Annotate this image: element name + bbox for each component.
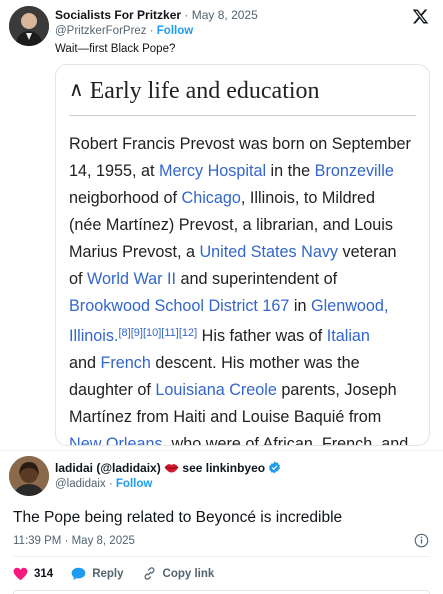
article-line: Brookwood School District 167 in Glenwoo… [69, 293, 421, 320]
wiki-link[interactable]: New Orleans, [69, 435, 167, 445]
follow-button[interactable]: Follow [116, 478, 152, 490]
wikipedia-screenshot[interactable]: ∧ Early life and education Robert Francis… [55, 64, 430, 446]
divider [0, 450, 443, 451]
divider [13, 556, 430, 557]
wiki-link[interactable]: Louisiana Creole [155, 381, 277, 399]
article-text: neigborhood of [69, 189, 182, 207]
article-text: and [69, 354, 101, 372]
action-bar: 314 Reply Copy link [13, 566, 232, 581]
article-text: Martínez from Haiti and Louise Baquié fr… [69, 408, 382, 426]
article-line: 14, 1955, at Mercy Hospital in the Bronz… [69, 158, 421, 185]
article-text: , Illinois, to Mildred [240, 189, 375, 207]
article-line: Robert Francis Prevost was born on Septe… [69, 131, 421, 158]
article-text: and superintendent of [176, 270, 338, 288]
wiki-link[interactable]: Chicago [182, 189, 241, 207]
article-line: Illinois.[8][9][10][11][12] His father w… [69, 320, 421, 350]
article-line: New Orleans, who were of African, French… [69, 431, 421, 446]
wiki-link[interactable]: Mercy Hospital [159, 162, 266, 180]
article-text: daughter of [69, 381, 156, 399]
section-heading-text: Early life and education [89, 78, 320, 104]
author-handle[interactable]: @PritzkerForPrez · [55, 25, 157, 37]
author-name[interactable]: ladidai (@ladidaix) see linkinbyeo [55, 461, 281, 475]
next-card-edge [13, 590, 430, 594]
wiki-link[interactable]: Italian [327, 327, 370, 345]
wiki-link[interactable]: French [101, 354, 151, 372]
follow-button[interactable]: Follow [157, 25, 193, 37]
author-handle-row: @PritzkerForPrez · Follow [55, 25, 193, 37]
article-text: who were of African, French, and [167, 435, 409, 446]
article-line: neigborhood of Chicago, Illinois, to Mil… [69, 185, 421, 212]
verified-icon [269, 461, 281, 474]
wiki-link[interactable]: Bronzeville [315, 162, 394, 180]
copy-link-label: Copy link [162, 567, 215, 580]
author-name-text[interactable]: ladidai (@ladidaix) [55, 461, 164, 475]
wiki-link[interactable]: Brookwood School District 167 [69, 297, 289, 315]
avatar[interactable] [9, 456, 49, 496]
article-line: (née Martínez) Prevost, a librarian, and… [69, 212, 421, 239]
reply-label: Reply [92, 567, 124, 580]
article-text: Marius Prevost, a [69, 243, 200, 261]
reply-icon [71, 567, 86, 580]
copy-link-button[interactable]: Copy link [142, 566, 215, 581]
link-icon [144, 567, 154, 580]
wiki-link[interactable]: United States Navy [199, 243, 338, 261]
article-line: and French descent. His mother was the [69, 350, 421, 377]
divider [69, 115, 416, 116]
article-text: parents, Joseph [276, 381, 397, 399]
article-text: (née Martínez) Prevost, a librarian, and… [69, 216, 393, 234]
article-line: of World War II and superintendent of [69, 266, 421, 293]
tweet-date[interactable]: · May 8, 2025 [184, 8, 257, 22]
article-line: Martínez from Haiti and Louise Baquié fr… [69, 404, 421, 431]
chevron-up-icon[interactable]: ∧ [69, 77, 84, 102]
timestamp[interactable]: 11:39 PM · May 8, 2025 [13, 535, 135, 547]
author-handle-row: @ladidaix · Follow [55, 478, 152, 490]
section-heading[interactable]: ∧ Early life and education [69, 77, 320, 105]
like-count: 314 [34, 567, 54, 580]
author-name[interactable]: Socialists For Pritzker · May 8, 2025 [55, 8, 258, 22]
author-handle[interactable]: @ladidaix · [55, 478, 116, 490]
article-text: veteran [338, 243, 397, 261]
like-button[interactable]: 314 [13, 567, 53, 581]
tweet-text: The Pope being related to Beyoncé is inc… [13, 509, 343, 526]
article-line: Marius Prevost, a United States Navy vet… [69, 239, 421, 266]
author-name-text[interactable]: Socialists For Pritzker [55, 8, 181, 22]
tweet-text: Wait—first Black Pope? [55, 43, 176, 55]
article-paragraph: Robert Francis Prevost was born on Septe… [69, 131, 421, 446]
article-text: His father was of [197, 327, 327, 345]
author-name-suffix[interactable]: see linkinbyeo [179, 461, 265, 475]
article-text: descent. His mother was the [150, 354, 360, 372]
wiki-link[interactable]: Glenwood, [311, 297, 388, 315]
article-text: of [69, 270, 87, 288]
article-text: in the [266, 162, 315, 180]
x-logo-icon[interactable] [412, 8, 429, 25]
reply-button[interactable]: Reply [71, 567, 124, 581]
article-line: daughter of Louisiana Creole parents, Jo… [69, 377, 421, 404]
article-text: Robert Francis Prevost was born on Septe… [69, 135, 411, 153]
lips-icon [164, 464, 179, 473]
article-text: in [289, 297, 312, 315]
wiki-link[interactable]: World War II [87, 270, 176, 288]
heart-icon [13, 567, 28, 580]
article-text: 14, 1955, at [69, 162, 160, 180]
wiki-link[interactable]: Illinois. [69, 327, 118, 345]
info-icon[interactable] [414, 533, 429, 548]
avatar[interactable] [9, 6, 49, 46]
quoted-tweet: Socialists For Pritzker · May 8, 2025 @P… [0, 0, 443, 450]
citation-refs[interactable]: [8][9][10][11][12] [118, 327, 197, 339]
